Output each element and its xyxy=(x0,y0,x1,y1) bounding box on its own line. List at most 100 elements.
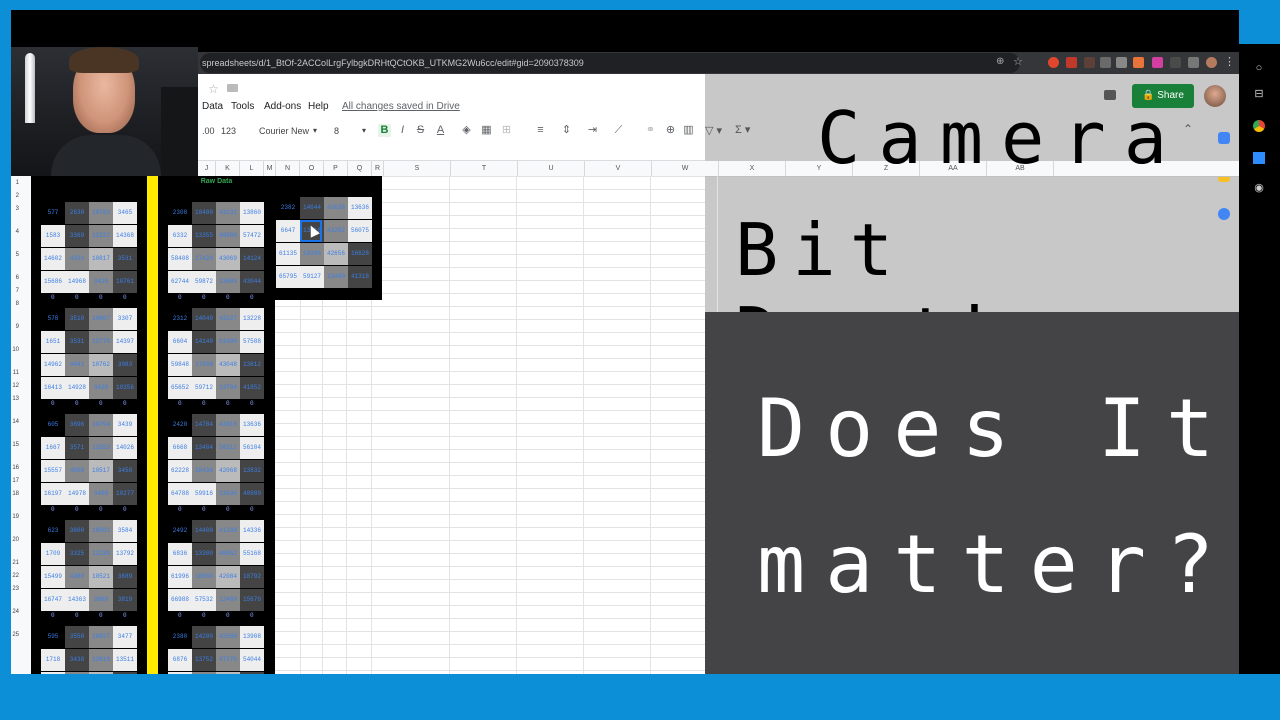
data-cell[interactable]: 57532 xyxy=(192,589,216,611)
data-cell[interactable]: 18960 xyxy=(192,566,216,588)
column-header-k[interactable]: K xyxy=(216,161,240,176)
data-cell[interactable]: 43016 xyxy=(216,414,240,436)
font-dropdown-icon[interactable]: ▾ xyxy=(313,126,317,135)
data-cell[interactable]: 14928 xyxy=(65,377,89,399)
data-cell[interactable]: 13819 xyxy=(89,649,113,671)
data-cell[interactable]: 18360 xyxy=(192,672,216,674)
data-cell[interactable]: 2492 xyxy=(168,520,192,542)
column-header-q[interactable]: Q xyxy=(348,161,372,176)
data-cell[interactable]: 10356 xyxy=(113,377,137,399)
data-cell[interactable]: 15686 xyxy=(41,271,65,293)
data-cell[interactable]: 14397 xyxy=(113,331,137,353)
data-cell[interactable]: 13792 xyxy=(113,543,137,565)
data-cell[interactable]: 10501 xyxy=(89,520,113,542)
data-cell[interactable]: 1709 xyxy=(41,543,65,565)
data-cell[interactable]: 13704 xyxy=(216,377,240,399)
data-cell[interactable]: 10480 xyxy=(192,202,216,224)
data-cell[interactable]: 57472 xyxy=(240,225,264,247)
row-number[interactable]: 17 xyxy=(11,478,19,484)
valign-icon[interactable]: ⇕ xyxy=(560,124,573,137)
fill-color-icon[interactable]: ◈ xyxy=(460,124,473,137)
data-cell[interactable]: 10277 xyxy=(113,483,137,505)
profile-icon[interactable] xyxy=(1206,57,1217,68)
data-cell[interactable]: 59848 xyxy=(168,354,192,376)
stacked-cell[interactable]: 16628 xyxy=(348,243,372,265)
data-cell[interactable]: 14784 xyxy=(192,414,216,436)
data-cell[interactable]: 595 xyxy=(41,626,65,648)
data-cell[interactable]: 4333 xyxy=(65,248,89,270)
star-icon[interactable]: ☆ xyxy=(208,82,219,96)
column-header-s[interactable]: S xyxy=(384,161,451,176)
data-cell[interactable]: 42588 xyxy=(216,626,240,648)
row-number[interactable]: 8 xyxy=(11,301,19,307)
chrome-icon[interactable] xyxy=(1253,120,1265,132)
stacked-cell[interactable]: 56075 xyxy=(348,220,372,242)
data-cell[interactable]: 4442 xyxy=(65,354,89,376)
merge-icon[interactable]: ⊞ xyxy=(500,124,513,137)
borders-icon[interactable]: ▦ xyxy=(480,124,493,137)
data-cell[interactable]: 577 xyxy=(41,202,65,224)
stacked-cell[interactable]: 59127 xyxy=(300,266,324,288)
text-color-icon[interactable]: A xyxy=(434,124,447,137)
stacked-cell[interactable]: 42638 xyxy=(324,197,348,219)
data-cell[interactable]: 3600 xyxy=(89,589,113,611)
bold-icon[interactable]: B xyxy=(378,124,391,137)
column-header-m[interactable]: M xyxy=(264,161,276,176)
menu-addons[interactable]: Add-ons xyxy=(264,101,301,112)
data-cell[interactable]: 14200 xyxy=(192,626,216,648)
menu-help[interactable]: Help xyxy=(308,101,329,112)
star-icon[interactable]: ☆ xyxy=(1013,55,1023,68)
data-cell[interactable]: 61996 xyxy=(168,566,192,588)
data-cell[interactable]: 57588 xyxy=(240,331,264,353)
data-cell[interactable]: 14026 xyxy=(113,437,137,459)
row-number[interactable]: 20 xyxy=(11,537,19,543)
data-cell[interactable]: 14363 xyxy=(65,589,89,611)
data-cell[interactable]: 56104 xyxy=(240,437,264,459)
data-cell[interactable]: 43227 xyxy=(216,308,240,330)
wrap-icon[interactable]: ⇥ xyxy=(586,124,599,137)
column-header-w[interactable]: W xyxy=(652,161,719,176)
data-cell[interactable]: 2380 xyxy=(168,626,192,648)
column-header-x[interactable]: X xyxy=(719,161,786,176)
data-cell[interactable]: 14368 xyxy=(113,225,137,247)
extension-icon[interactable] xyxy=(1133,57,1144,68)
data-cell[interactable]: 16197 xyxy=(41,483,65,505)
column-header-v[interactable]: V xyxy=(585,161,652,176)
data-cell[interactable]: 48888 xyxy=(216,225,240,247)
stacked-cell[interactable]: 61135 xyxy=(276,243,300,265)
data-cell[interactable]: 12222 xyxy=(89,225,113,247)
stacked-cell[interactable]: 14644 xyxy=(300,197,324,219)
data-cell[interactable]: 3845 xyxy=(113,672,137,674)
row-number[interactable]: 3 xyxy=(11,206,19,212)
row-number[interactable]: 4 xyxy=(11,229,19,235)
data-cell[interactable]: 3409 xyxy=(89,483,113,505)
data-cell[interactable]: 65652 xyxy=(168,377,192,399)
data-cell[interactable]: 40980 xyxy=(240,483,264,505)
menu-dots-icon[interactable]: ⋮ xyxy=(1224,55,1235,68)
row-number[interactable]: 11 xyxy=(11,370,19,376)
data-cell[interactable]: 3600 xyxy=(65,520,89,542)
data-cell[interactable]: 62228 xyxy=(168,460,192,482)
row-number[interactable]: 18 xyxy=(11,491,19,497)
data-cell[interactable]: 48952 xyxy=(216,543,240,565)
data-cell[interactable]: 12238 xyxy=(89,543,113,565)
stacked-cell[interactable]: 13636 xyxy=(348,197,372,219)
row-number[interactable]: 25 xyxy=(11,632,19,638)
extension-icon[interactable] xyxy=(1170,57,1181,68)
data-cell[interactable]: 13832 xyxy=(240,460,264,482)
row-number[interactable]: 5 xyxy=(11,252,19,258)
calendar-icon[interactable] xyxy=(1218,132,1230,144)
comment-icon[interactable]: ⊕ xyxy=(664,124,677,137)
data-cell[interactable]: 47276 xyxy=(216,649,240,671)
link-icon[interactable]: ⚭ xyxy=(644,124,657,137)
app-icon[interactable] xyxy=(1253,152,1265,164)
row-number[interactable]: 6 xyxy=(11,275,19,281)
extension-icon[interactable] xyxy=(1048,57,1059,68)
data-cell[interactable]: 3531 xyxy=(113,248,137,270)
data-cell[interactable]: 578 xyxy=(41,308,65,330)
data-cell[interactable]: 10794 xyxy=(89,414,113,436)
data-cell[interactable]: 2308 xyxy=(168,202,192,224)
data-cell[interactable]: 13484 xyxy=(192,437,216,459)
data-cell[interactable]: 3477 xyxy=(113,626,137,648)
stacked-cell[interactable]: 13400 xyxy=(324,266,348,288)
